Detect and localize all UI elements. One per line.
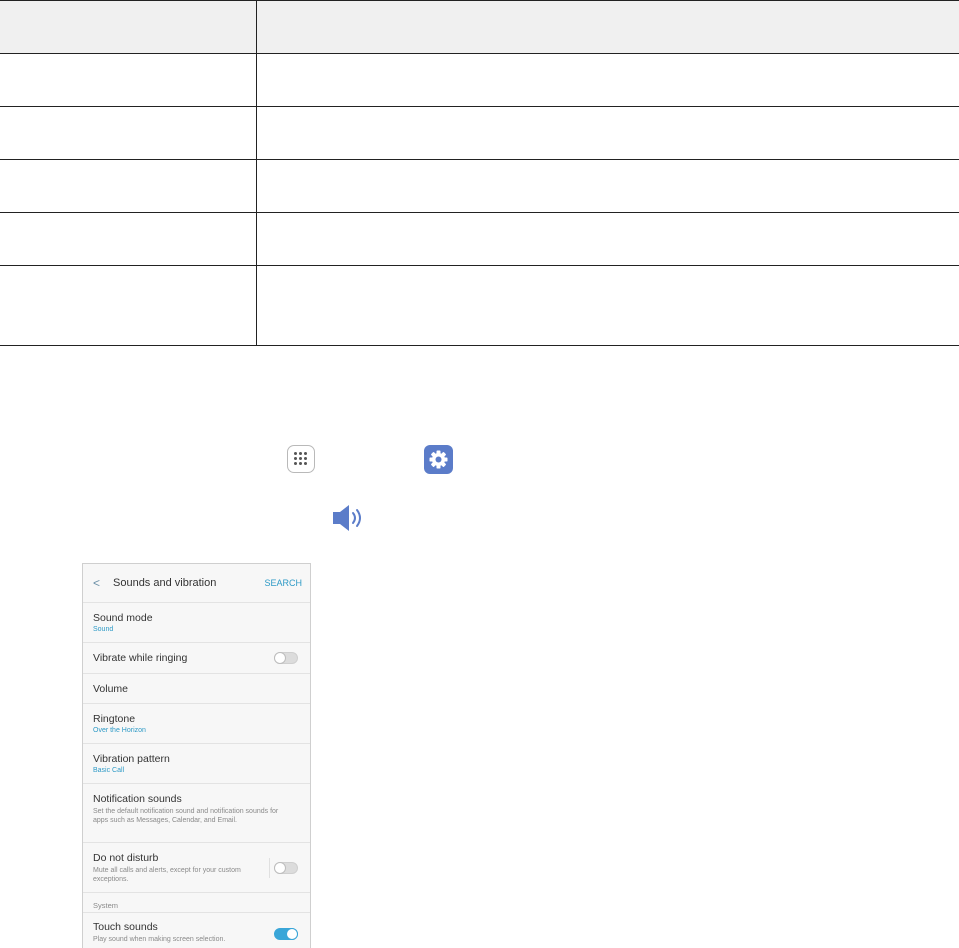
setting-description: Set the default notification sound and n… (93, 808, 279, 824)
info-table (0, 0, 959, 346)
table-row (0, 212, 959, 266)
setting-title: Volume (93, 683, 129, 695)
table-row (0, 159, 959, 213)
table-cell (0, 159, 257, 213)
setting-notification-sounds[interactable]: Notification sounds Set the default noti… (83, 784, 310, 843)
table-cell (255, 53, 959, 107)
setting-title: Touch sounds (93, 921, 158, 933)
setting-volume[interactable]: Volume (83, 674, 310, 704)
apps-grid-icon (287, 445, 315, 473)
table-cell (0, 265, 257, 346)
table-cell (255, 159, 959, 213)
table-header-cell (255, 0, 959, 54)
setting-value: Sound (93, 626, 114, 633)
setting-do-not-disturb[interactable]: Do not disturb Mute all calls and alerts… (83, 843, 310, 893)
app-header: < Sounds and vibration SEARCH (83, 564, 310, 603)
setting-value: Basic Call (93, 767, 125, 774)
phone-screenshot: < Sounds and vibration SEARCH Sound mode… (82, 563, 311, 948)
table-cell (0, 53, 257, 107)
setting-title: Sound mode (93, 612, 153, 624)
search-button[interactable]: SEARCH (264, 578, 302, 588)
table-row (0, 265, 959, 346)
table-cell (0, 212, 257, 266)
table-cell (255, 106, 959, 160)
speaker-icon (332, 503, 366, 533)
touch-sounds-toggle[interactable] (274, 928, 298, 940)
table-header-row (0, 0, 959, 54)
table-cell (255, 265, 959, 346)
setting-title: Notification sounds (93, 793, 182, 805)
setting-title: Ringtone (93, 713, 136, 725)
setting-vibration-pattern[interactable]: Vibration pattern Basic Call (83, 744, 310, 784)
section-header-system: System (93, 901, 119, 910)
do-not-disturb-toggle[interactable] (274, 862, 298, 874)
table-row (0, 106, 959, 160)
setting-sound-mode[interactable]: Sound mode Sound (83, 603, 310, 643)
back-arrow-icon[interactable]: < (93, 576, 100, 590)
table-row (0, 53, 959, 107)
setting-description: Mute all calls and alerts, except for yo… (93, 867, 241, 883)
table-cell (255, 212, 959, 266)
table-header-cell (0, 0, 257, 54)
setting-description: Play sound when making screen selection. (93, 936, 226, 943)
page-title: Sounds and vibration (113, 577, 217, 589)
setting-title: Vibrate while ringing (93, 652, 188, 664)
apps-grid-dots (294, 452, 308, 466)
row-divider (269, 858, 270, 878)
setting-touch-sounds[interactable]: Touch sounds Play sound when making scre… (83, 912, 310, 948)
setting-title: Vibration pattern (93, 753, 170, 765)
setting-value: Over the Horizon (93, 727, 146, 734)
gear-icon (424, 445, 453, 474)
vibrate-toggle[interactable] (274, 652, 298, 664)
setting-vibrate-while-ringing[interactable]: Vibrate while ringing (83, 643, 310, 674)
setting-ringtone[interactable]: Ringtone Over the Horizon (83, 704, 310, 744)
table-cell (0, 106, 257, 160)
